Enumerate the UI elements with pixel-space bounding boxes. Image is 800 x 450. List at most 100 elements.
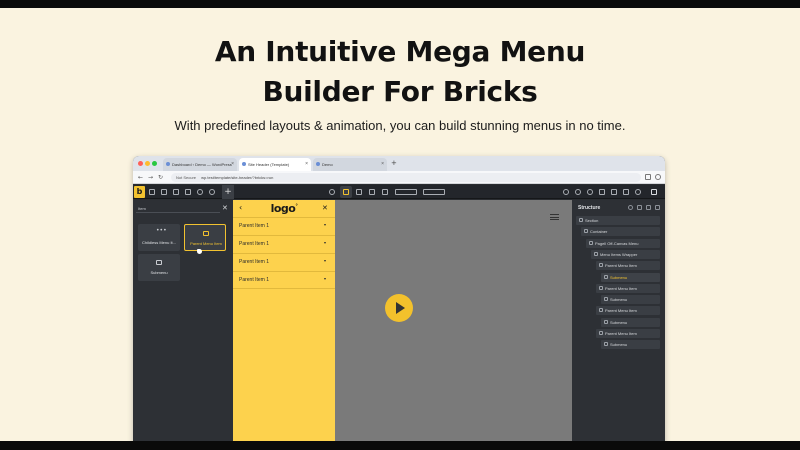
pin-icon[interactable]: [655, 205, 660, 210]
chevron-down-icon[interactable]: ▾: [324, 276, 326, 281]
elements-icon[interactable]: [149, 189, 155, 195]
structure-node[interactable]: ▾Parent Menu Item: [596, 283, 660, 293]
url-field[interactable]: Not Secure wp.test/template/site-header/…: [171, 173, 641, 182]
minimize-window-dot[interactable]: [145, 161, 150, 166]
menu-item-row[interactable]: Parent Item 1 ▾: [233, 235, 335, 253]
logo-text: logo: [270, 202, 296, 215]
width-field[interactable]: [395, 189, 417, 195]
undo-icon[interactable]: [563, 189, 569, 195]
structure-title: Structure: [578, 205, 601, 211]
top-letterbox-bar: [0, 0, 800, 8]
bricks-logo[interactable]: b: [134, 186, 145, 198]
url-text: wp.test/template/site-header/?bricks=run: [201, 175, 274, 180]
forward-arrow-icon[interactable]: →: [148, 172, 153, 183]
structure-node[interactable]: ▾Menu Items Wrapper: [591, 249, 660, 259]
structure-node[interactable]: Section: [576, 216, 660, 225]
settings-icon[interactable]: [197, 189, 203, 195]
element-type-icon: [604, 274, 608, 279]
structure-node[interactable]: Submenu: [601, 340, 660, 350]
element-type-icon: [589, 240, 593, 245]
menu-item-label: Parent Item 1: [239, 223, 270, 229]
menu-item-row[interactable]: Parent Item 1 ▾: [233, 253, 335, 271]
dots-icon: •••: [156, 227, 167, 234]
builder-canvas[interactable]: ‹ logo° ✕ Parent Item 1 ▾ Parent Item 1 …: [233, 200, 572, 446]
preview-icon[interactable]: [623, 189, 629, 195]
desktop-breakpoint-icon[interactable]: [343, 189, 349, 195]
browser-window: Dashboard ‹ Demo — WordPress × Site Head…: [133, 156, 665, 446]
close-window-dot[interactable]: [138, 161, 143, 166]
element-card-childless-menu-item[interactable]: ••• Childless Menu It...: [138, 224, 180, 251]
layers-icon[interactable]: [161, 189, 167, 195]
structure-node-label: Submenu: [610, 297, 628, 303]
elements-search-input[interactable]: Item: [136, 204, 220, 213]
close-search-icon[interactable]: ✕: [222, 204, 228, 213]
expand-icon[interactable]: [637, 205, 642, 210]
collapse-icon[interactable]: [628, 205, 633, 210]
hamburger-menu-icon[interactable]: [550, 214, 559, 220]
structure-panel: Structure Section ▾Container▾Pagell Off-C…: [572, 200, 665, 446]
browser-tab-dashboard[interactable]: Dashboard ‹ Demo — WordPress ×: [163, 158, 237, 171]
eye-icon[interactable]: [635, 189, 641, 195]
structure-node-label: Submenu: [610, 319, 628, 325]
back-arrow-icon[interactable]: ←: [138, 172, 143, 183]
save-icon[interactable]: [651, 189, 657, 195]
chevron-down-icon[interactable]: ▾: [324, 258, 326, 263]
add-element-button[interactable]: +: [222, 185, 234, 199]
tab-close-icon[interactable]: ×: [381, 158, 384, 171]
structure-node[interactable]: Submenu: [601, 317, 660, 327]
templates-icon[interactable]: [185, 189, 191, 195]
structure-node[interactable]: Submenu: [601, 272, 660, 282]
menu-item-row[interactable]: Parent Item 1 ▾: [233, 217, 335, 235]
wordpress-icon[interactable]: [611, 189, 617, 195]
reload-icon[interactable]: ↻: [158, 172, 163, 183]
structure-node[interactable]: ▾Parent Menu Item: [596, 306, 660, 316]
tablet-breakpoint-icon[interactable]: [369, 189, 375, 195]
structure-node[interactable]: ▾Container: [581, 227, 660, 237]
maximize-window-dot[interactable]: [152, 161, 157, 166]
trash-icon[interactable]: [646, 205, 651, 210]
history-icon[interactable]: [587, 189, 593, 195]
play-button-icon[interactable]: [385, 294, 413, 322]
close-menu-icon[interactable]: ✕: [322, 204, 328, 212]
tab-close-icon[interactable]: ×: [305, 158, 308, 171]
element-type-icon: [604, 319, 608, 324]
redo-icon[interactable]: [575, 189, 581, 195]
structure-node-label: Section: [585, 218, 599, 223]
laptop-breakpoint-icon[interactable]: [356, 189, 362, 195]
structure-node[interactable]: ▾Parent Menu Item: [596, 261, 660, 271]
help-icon[interactable]: [209, 189, 215, 195]
structure-node-label: Submenu: [610, 274, 628, 280]
element-card-parent-menu-item[interactable]: Parent Menu Item: [184, 224, 226, 251]
mobile-breakpoint-icon[interactable]: [382, 189, 388, 195]
structure-node-label: Parent Menu Item: [605, 331, 637, 336]
element-type-icon: [604, 342, 608, 347]
element-card-label: Childless Menu It...: [141, 240, 176, 245]
structure-node[interactable]: Submenu: [601, 295, 660, 305]
element-type-icon: [599, 308, 603, 313]
new-tab-button[interactable]: +: [391, 158, 397, 169]
browser-tab-site-header[interactable]: Site Header (Template) ×: [239, 158, 311, 171]
profile-icon[interactable]: [655, 174, 661, 180]
structure-node-label: Parent Menu Item: [605, 285, 637, 291]
chevron-down-icon[interactable]: ▾: [324, 222, 326, 227]
chevron-down-icon[interactable]: ▾: [324, 240, 326, 245]
hero-title-line-2: Builder For Bricks: [262, 75, 538, 108]
hero-title-line-1: An Intuitive Mega Menu: [214, 35, 586, 68]
browser-tab-demo[interactable]: Demo ×: [313, 158, 387, 171]
site-favicon-icon: [242, 162, 246, 166]
element-card-submenu[interactable]: Submenu: [138, 254, 180, 281]
world-icon[interactable]: [329, 189, 335, 195]
menu-item-row[interactable]: Parent Item 1 ▾: [233, 271, 335, 289]
tab-close-icon[interactable]: ×: [231, 158, 234, 171]
page-settings-icon[interactable]: [173, 189, 179, 195]
structure-node[interactable]: ▾Pagell Off-Canvas Menu: [586, 238, 660, 248]
element-type-icon: [594, 251, 598, 256]
off-canvas-menu-panel[interactable]: ‹ logo° ✕ Parent Item 1 ▾ Parent Item 1 …: [233, 200, 335, 446]
builder-toolbar: b +: [133, 185, 665, 199]
extension-icon[interactable]: [645, 174, 651, 180]
element-type-icon: [599, 263, 603, 268]
scale-field[interactable]: [423, 189, 445, 195]
structure-node[interactable]: ▾Parent Menu Item: [596, 329, 660, 338]
revisions-icon[interactable]: [599, 189, 605, 195]
hero-title: An Intuitive Mega Menu Builder For Brick…: [0, 32, 800, 112]
